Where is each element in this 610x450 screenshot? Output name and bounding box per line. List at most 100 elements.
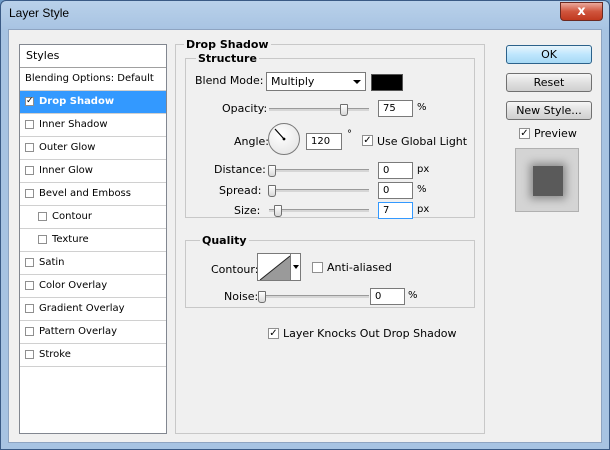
styles-item-pattern-overlay[interactable]: Pattern Overlay (20, 321, 166, 344)
styles-item-label: Gradient Overlay (39, 303, 125, 314)
styles-item-color-overlay[interactable]: Color Overlay (20, 275, 166, 298)
size-slider[interactable] (269, 205, 369, 217)
styles-item-label: Blending Options: Default (25, 73, 154, 84)
styles-item-checkbox[interactable] (25, 166, 34, 175)
angle-dial[interactable] (268, 123, 300, 155)
opacity-slider-thumb[interactable] (340, 104, 348, 116)
noise-input[interactable]: 0 (370, 288, 405, 305)
preview-label: Preview (534, 127, 577, 140)
styles-list-header[interactable]: Styles (20, 45, 166, 68)
dialog-body: Styles Blending Options: Default ✓ Drop Sh… (8, 29, 602, 443)
angle-label: Angle: (234, 135, 270, 148)
styles-list: Styles Blending Options: Default ✓ Drop Sh… (19, 44, 167, 434)
size-unit: px (417, 204, 430, 215)
anti-aliased-checkbox[interactable] (312, 262, 323, 273)
spread-unit: % (417, 184, 427, 195)
angle-input[interactable]: 120 (306, 133, 342, 150)
styles-item-texture[interactable]: Texture (20, 229, 166, 252)
preview-checkbox[interactable]: ✓ (519, 128, 530, 139)
distance-slider[interactable] (268, 165, 369, 177)
styles-item-label: Bevel and Emboss (39, 188, 131, 199)
styles-item-bevel-and-emboss[interactable]: Bevel and Emboss (20, 183, 166, 206)
styles-item-stroke[interactable]: Stroke (20, 344, 166, 367)
styles-item-checkbox[interactable] (25, 350, 34, 359)
blend-mode-label: Blend Mode: (195, 74, 264, 87)
shadow-color-swatch[interactable] (371, 74, 403, 91)
styles-item-checkbox[interactable] (25, 189, 34, 198)
styles-item-inner-glow[interactable]: Inner Glow (20, 160, 166, 183)
structure-title: Structure (196, 52, 259, 65)
ok-button[interactable]: OK (506, 45, 592, 64)
styles-item-checkbox[interactable] (25, 281, 34, 290)
size-slider-thumb[interactable] (274, 205, 282, 217)
styles-item-outer-glow[interactable]: Outer Glow (20, 137, 166, 160)
use-global-light-checkbox[interactable]: ✓ (362, 135, 373, 146)
noise-label: Noise: (224, 290, 259, 303)
styles-item-label: Color Overlay (39, 280, 108, 291)
noise-unit: % (408, 290, 418, 301)
close-button[interactable]: x (560, 2, 603, 21)
use-global-light-label: Use Global Light (377, 135, 468, 148)
structure-group: Structure Blend Mode: Multiply Opacity: … (185, 52, 475, 219)
styles-item-checkbox[interactable] (25, 120, 34, 129)
blend-mode-value: Multiply (271, 75, 315, 88)
size-input[interactable]: 7 (378, 202, 413, 219)
styles-item-drop-shadow[interactable]: ✓ Drop Shadow (20, 91, 166, 114)
distance-label: Distance: (214, 163, 266, 176)
opacity-label: Opacity: (222, 102, 268, 115)
quality-group: Quality Contour: Anti-aliased Noise: 0 % (185, 234, 475, 308)
spread-label: Spread: (219, 184, 262, 197)
styles-item-checkbox[interactable] (25, 258, 34, 267)
styles-item-checkbox[interactable] (25, 304, 34, 313)
angle-unit: ° (347, 129, 352, 140)
styles-item-label: Pattern Overlay (39, 326, 118, 337)
styles-item-checkbox[interactable] (25, 327, 34, 336)
contour-picker[interactable] (257, 253, 291, 281)
spread-slider[interactable] (268, 185, 369, 197)
chevron-down-icon (353, 80, 361, 84)
opacity-input[interactable]: 75 (378, 100, 413, 117)
noise-slider-thumb[interactable] (258, 291, 266, 303)
contour-dropdown-button[interactable] (291, 253, 301, 281)
styles-item-label: Texture (52, 234, 89, 245)
knocks-out-checkbox[interactable]: ✓ (268, 328, 279, 339)
spread-slider-thumb[interactable] (268, 185, 276, 197)
spread-input[interactable]: 0 (378, 182, 413, 199)
preview-shape (533, 166, 563, 196)
drop-shadow-panel: Drop Shadow Structure Blend Mode: Multip… (175, 38, 485, 434)
distance-input[interactable]: 0 (378, 162, 413, 179)
opacity-unit: % (417, 102, 427, 113)
styles-item-satin[interactable]: Satin (20, 252, 166, 275)
reset-button[interactable]: Reset (506, 73, 592, 92)
styles-item-blending-options-default[interactable]: Blending Options: Default (20, 68, 166, 91)
contour-curve-icon (259, 255, 290, 280)
layer-style-window: Layer Style x Styles Blending Options: D… (0, 0, 610, 450)
styles-item-label: Satin (39, 257, 65, 268)
styles-item-inner-shadow[interactable]: Inner Shadow (20, 114, 166, 137)
styles-item-checkbox[interactable] (25, 143, 34, 152)
noise-slider[interactable] (258, 291, 369, 303)
styles-item-label: Contour (52, 211, 92, 222)
knocks-out-label: Layer Knocks Out Drop Shadow (283, 327, 457, 340)
distance-slider-thumb[interactable] (268, 165, 276, 177)
blend-mode-select[interactable]: Multiply (266, 72, 366, 91)
styles-item-label: Stroke (39, 349, 71, 360)
styles-item-label: Drop Shadow (39, 96, 115, 107)
window-title: Layer Style (9, 6, 70, 20)
styles-item-label: Outer Glow (39, 142, 96, 153)
opacity-slider[interactable] (269, 104, 369, 116)
size-label: Size: (234, 204, 261, 217)
styles-item-gradient-overlay[interactable]: Gradient Overlay (20, 298, 166, 321)
angle-dial-needle (274, 128, 286, 141)
styles-item-checkbox[interactable] (38, 235, 47, 244)
quality-title: Quality (200, 234, 249, 247)
anti-aliased-label: Anti-aliased (327, 261, 392, 274)
styles-item-checkbox[interactable]: ✓ (25, 97, 34, 106)
new-style-button[interactable]: New Style... (506, 101, 592, 120)
styles-item-label: Inner Shadow (39, 119, 108, 130)
title-bar[interactable]: Layer Style x (1, 1, 609, 27)
styles-item-label: Inner Glow (39, 165, 93, 176)
styles-item-contour[interactable]: Contour (20, 206, 166, 229)
distance-unit: px (417, 164, 430, 175)
styles-item-checkbox[interactable] (38, 212, 47, 221)
